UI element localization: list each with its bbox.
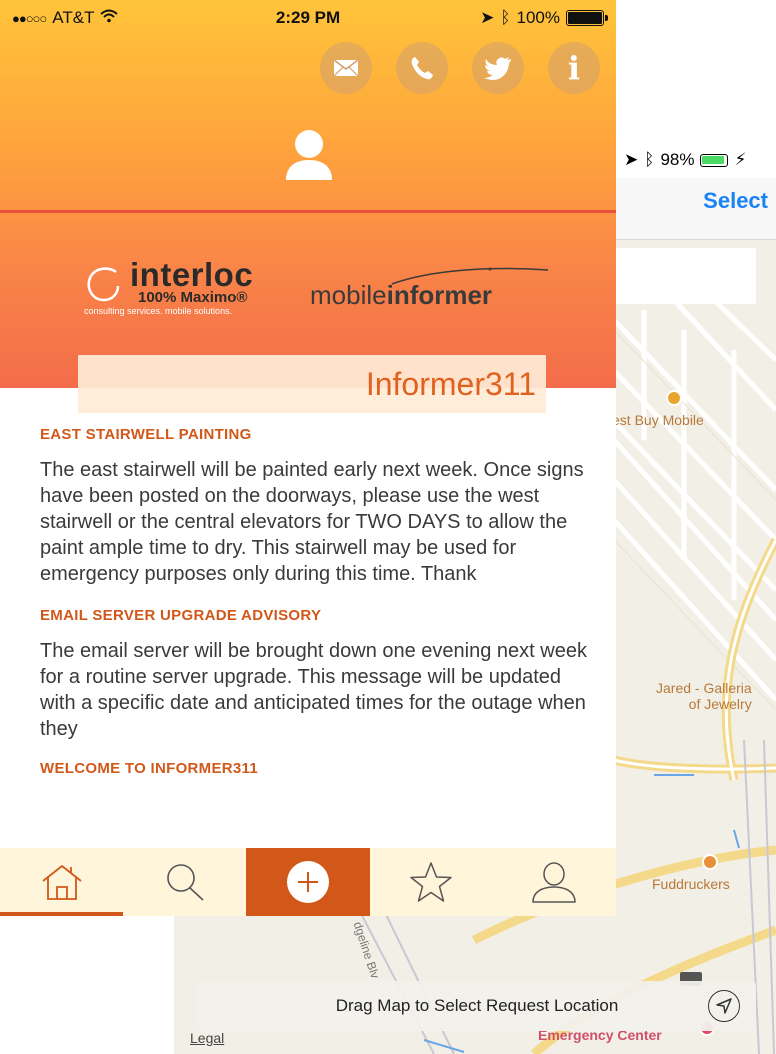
app-title-banner: Informer311 <box>78 355 546 413</box>
bluetooth-icon: ᛒ <box>500 8 511 27</box>
location-arrow-icon: ➤ <box>480 8 495 27</box>
tab-bar <box>0 848 616 916</box>
map-status-bar: ➤ ᛒ 98% ⚡ <box>616 145 776 175</box>
bluetooth-icon: ᛒ <box>644 150 655 169</box>
news-item[interactable]: EAST STAIRWELL PAINTING The east stairwe… <box>40 426 600 587</box>
shopping-poi-icon <box>666 390 682 406</box>
news-body: The east stairwell will be painted early… <box>40 459 584 585</box>
news-item[interactable]: WELCOME TO INFORMER311 <box>40 760 600 777</box>
tab-home[interactable] <box>0 848 124 916</box>
signal-strength-icon: ●●○○○ <box>12 10 47 26</box>
news-title: WELCOME TO INFORMER311 <box>40 760 259 777</box>
locate-me-button[interactable] <box>708 990 740 1022</box>
poi-jared-label: Jared - Galleria of Jewelry <box>656 680 752 712</box>
navigation-arrow-icon <box>716 998 732 1014</box>
battery-percent: 100% <box>516 8 560 27</box>
map-nav-bar: Select <box>616 178 776 240</box>
tab-favorites[interactable] <box>370 848 493 916</box>
select-button[interactable]: Select <box>703 188 768 214</box>
charging-icon: ⚡ <box>734 150 747 169</box>
news-list: EAST STAIRWELL PAINTING The east stairwe… <box>40 426 600 795</box>
home-icon <box>42 865 82 900</box>
logo-mobile-prefix: mobile <box>310 280 387 310</box>
header-divider <box>0 210 616 213</box>
informer-app: ●●○○○ AT&T 2:29 PM ➤ ᛒ 100% i interloc 1… <box>0 0 616 916</box>
add-icon <box>287 861 329 903</box>
tab-add[interactable] <box>246 848 370 916</box>
battery-percent: 98% <box>660 150 695 169</box>
status-bar: ●●○○○ AT&T 2:29 PM ➤ ᛒ 100% <box>0 0 616 36</box>
poi-best-buy-label: est Buy Mobile <box>612 412 704 428</box>
tab-search[interactable] <box>123 848 246 916</box>
interloc-swirl-icon <box>87 267 120 302</box>
battery-icon <box>700 153 729 167</box>
app-title: Informer311 <box>365 365 536 402</box>
mail-icon[interactable] <box>320 42 372 94</box>
search-icon <box>166 864 204 901</box>
news-title: EAST STAIRWELL PAINTING <box>40 426 252 443</box>
user-icon[interactable] <box>284 128 334 182</box>
twitter-icon[interactable] <box>472 42 524 94</box>
star-icon <box>410 862 452 902</box>
logo-swoosh-icon <box>391 267 549 285</box>
battery-icon <box>566 10 608 26</box>
news-title: EMAIL SERVER UPGRADE ADVISORY <box>40 607 322 624</box>
phone-icon[interactable] <box>396 42 448 94</box>
news-body: The email server will be brought down on… <box>40 640 587 740</box>
map-search-area <box>616 248 756 304</box>
news-item[interactable]: EMAIL SERVER UPGRADE ADVISORY The email … <box>40 607 600 742</box>
mobile-informer-logo: mobileinformer <box>310 267 549 311</box>
info-icon[interactable]: i <box>548 42 600 94</box>
contact-icons: i <box>320 42 600 94</box>
restaurant-poi-icon <box>702 854 718 870</box>
interloc-subtag: consulting services. mobile solutions. <box>84 306 233 316</box>
drag-map-hint-bar: Drag Map to Select Request Location <box>198 981 756 1031</box>
interloc-tagline: 100% Maximo® <box>138 289 248 306</box>
carrier-label: AT&T <box>52 8 95 27</box>
tab-profile[interactable] <box>493 848 616 916</box>
wifi-icon <box>100 9 119 28</box>
drag-map-hint: Drag Map to Select Request Location <box>335 996 619 1015</box>
app-header: ●●○○○ AT&T 2:29 PM ➤ ᛒ 100% i interloc 1… <box>0 0 616 388</box>
poi-fuddruckers-label: Fuddruckers <box>652 876 730 892</box>
profile-icon <box>532 862 577 903</box>
interloc-logo: interloc 100% Maximo® consulting service… <box>84 256 280 320</box>
legal-link[interactable]: Legal <box>190 1030 224 1046</box>
location-arrow-icon: ➤ <box>624 150 639 169</box>
